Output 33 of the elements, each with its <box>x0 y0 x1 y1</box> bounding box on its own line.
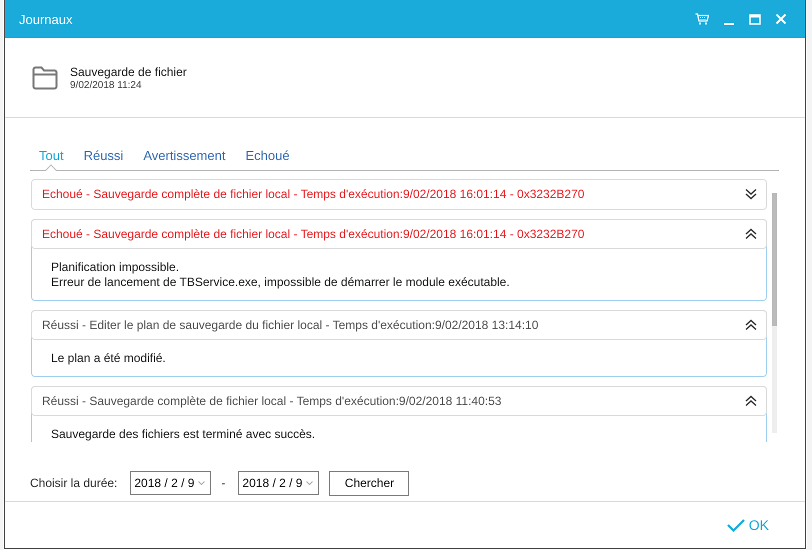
task-name: Sauvegarde de fichier <box>70 64 187 78</box>
check-icon <box>726 518 745 532</box>
filter-tab[interactable]: Réussi <box>74 141 132 169</box>
collapse-icon[interactable] <box>745 395 757 407</box>
scrollbar[interactable] <box>772 193 777 433</box>
log-detail: Planification impossible. <box>51 260 180 275</box>
log-detail: Sauvegarde des fichiers est terminé avec succès. <box>51 427 316 442</box>
chevron-down-icon <box>198 480 206 486</box>
search-button[interactable]: Chercher <box>329 470 410 496</box>
date-separator: - <box>221 476 226 490</box>
ok-button[interactable]: OK <box>726 517 769 533</box>
filter-tab[interactable]: Echoué <box>236 141 299 169</box>
collapse-icon[interactable] <box>745 319 757 331</box>
collapse-icon[interactable] <box>745 228 757 240</box>
log-title: Réussi - Editer le plan de sauvegarde du fichier local - Temps d'exécution:9/02/2018 13:14:10 <box>42 318 538 332</box>
log-title: Réussi - Sauvegarde complète de fichier local - Temps d'exécution:9/02/2018 11:40:53 <box>42 394 502 408</box>
log-detail: Le plan a été modifié. <box>51 351 167 366</box>
date-picker[interactable]: 2018 / 2 / 9 <box>238 471 320 495</box>
log-title: Echoué - Sauvegarde complète de fichier local - Temps d'exécution:9/02/2018 16:01:14 - 0x3232B270 <box>42 187 584 201</box>
close-icon[interactable] <box>775 13 787 25</box>
task-date: 9/02/2018 11:24 <box>70 80 143 90</box>
date-picker[interactable]: 2018 / 2 / 9 <box>130 471 212 495</box>
filter-tab[interactable]: Avertissement <box>134 141 234 169</box>
expand-icon[interactable] <box>745 188 757 200</box>
log-detail: Erreur de lancement de TBService.exe, impossible de démarrer le module exécutable. <box>51 275 511 290</box>
log-title: Echoué - Sauvegarde complète de fichier local - Temps d'exécution:9/02/2018 16:01:14 - 0x3232B270 <box>42 227 584 241</box>
chevron-down-icon <box>306 480 314 486</box>
cart-icon[interactable] <box>695 13 709 25</box>
window-title: Journaux <box>19 12 72 26</box>
maximize-icon[interactable] <box>749 14 761 24</box>
duration-label: Choisir la durée: <box>30 476 118 490</box>
scrollbar-thumb[interactable] <box>772 193 777 326</box>
folder-icon <box>32 66 58 90</box>
